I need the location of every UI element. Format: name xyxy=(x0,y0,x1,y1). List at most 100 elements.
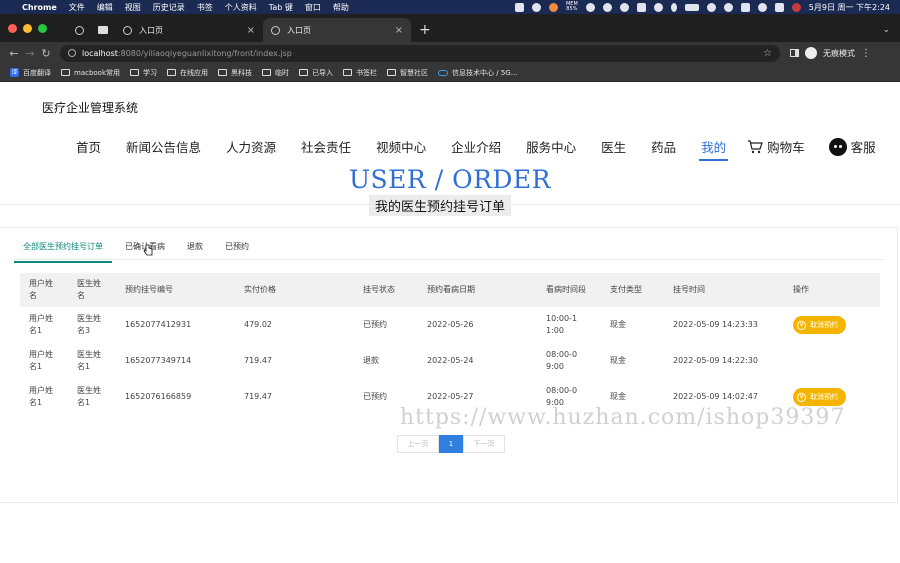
close-tab-icon[interactable]: × xyxy=(247,25,255,36)
menu-extra-icon[interactable] xyxy=(774,2,784,12)
nav-service-center[interactable]: 服务中心 xyxy=(526,137,576,156)
browser-tab-2-active[interactable]: 入口页 × xyxy=(263,18,411,42)
bookmark-folder[interactable]: 在线应用 xyxy=(167,68,208,78)
menu-file[interactable]: 文件 xyxy=(69,2,85,13)
header-slot: 看病时间段 xyxy=(546,285,586,294)
cell-slot: 10:00-11:00 xyxy=(546,314,578,335)
battery-icon[interactable] xyxy=(684,3,699,11)
menu-window[interactable]: 窗口 xyxy=(305,2,321,13)
nav-home[interactable]: 首页 xyxy=(76,137,101,156)
nav-news[interactable]: 新闻公告信息 xyxy=(126,137,201,156)
cancel-booking-button[interactable]: ¥ 取消预约 xyxy=(793,316,846,334)
prev-page-button[interactable]: 上一页 xyxy=(397,435,439,453)
menu-profile[interactable]: 个人资料 xyxy=(225,2,257,13)
nav-hr[interactable]: 人力资源 xyxy=(226,137,276,156)
site-info-icon[interactable] xyxy=(68,49,76,57)
menu-bookmarks[interactable]: 书签 xyxy=(197,2,213,13)
screenshot-icon[interactable] xyxy=(636,2,646,12)
browser-tab-1[interactable]: 入口页 × xyxy=(115,18,263,42)
close-window-icon[interactable] xyxy=(8,23,17,33)
tray-shield-icon[interactable] xyxy=(531,2,541,12)
maximize-window-icon[interactable] xyxy=(38,23,47,33)
menu-edit[interactable]: 编辑 xyxy=(97,2,113,13)
nav-cart[interactable]: 购物车 xyxy=(747,137,805,156)
cell-date: 2022-05-27 xyxy=(427,392,474,401)
nav-mine[interactable]: 我的 xyxy=(699,137,729,161)
cell-user: 用户姓名1 xyxy=(29,314,53,335)
control-center-icon[interactable] xyxy=(740,2,750,12)
header-user: 用户姓名 xyxy=(29,279,53,300)
nav-service[interactable]: 客服 xyxy=(828,137,876,156)
folder-icon xyxy=(299,69,309,76)
tray-orange-icon[interactable] xyxy=(548,2,558,12)
cell-status: 已预约 xyxy=(363,392,387,401)
browser-tab-pinned-1[interactable] xyxy=(67,18,91,42)
table-header: 用户姓名 医生姓名 预约挂号编号 实付价格 挂号状态 预约看病日期 看病时间段 … xyxy=(20,273,880,307)
nav-social[interactable]: 社会责任 xyxy=(301,137,351,156)
back-icon[interactable]: ← xyxy=(6,47,22,60)
nav-video[interactable]: 视频中心 xyxy=(376,137,426,156)
forward-icon[interactable]: → xyxy=(22,47,38,60)
clock-text[interactable]: 5月9日 周一 下午2:24 xyxy=(809,2,890,13)
tab-search-icon[interactable]: ⌄ xyxy=(872,25,900,42)
incognito-label[interactable]: 无痕模式 xyxy=(823,48,855,59)
more-menu-icon[interactable]: ⋮ xyxy=(861,48,871,59)
url-path: :8080/yiliaoqiyeguanlixitong/front/index… xyxy=(117,48,292,58)
side-panel-icon[interactable] xyxy=(790,49,799,57)
wifi-icon[interactable] xyxy=(706,2,716,12)
flag-icon[interactable] xyxy=(791,2,801,12)
menu-view[interactable]: 视图 xyxy=(125,2,141,13)
reload-icon[interactable]: ↻ xyxy=(38,47,54,60)
bookmark-item[interactable]: 译百度翻译 xyxy=(10,68,51,78)
mem-indicator[interactable]: MEM 85% xyxy=(566,2,578,12)
cancel-booking-label: 取消预约 xyxy=(810,321,838,329)
cell-price: 719.47 xyxy=(244,356,272,365)
next-page-button[interactable]: 下一页 xyxy=(463,435,505,453)
bookmark-item[interactable]: 信息技术中心 / 5G... xyxy=(438,68,517,78)
new-tab-button[interactable]: + xyxy=(411,22,439,42)
app-switch-icon[interactable] xyxy=(653,2,663,12)
bookmark-label: 百度翻译 xyxy=(23,68,51,77)
cell-pay: 现金 xyxy=(610,356,626,365)
header-code: 预约挂号编号 xyxy=(125,285,173,294)
bluetooth-icon[interactable] xyxy=(670,2,677,12)
user-icon[interactable] xyxy=(723,2,733,12)
bookmark-folder[interactable]: 智慧社区 xyxy=(387,68,428,78)
bookmark-folder[interactable]: macbook常用 xyxy=(61,68,120,78)
bookmark-folder[interactable]: 黑科技 xyxy=(218,68,252,78)
menu-help[interactable]: 帮助 xyxy=(333,2,349,13)
menu-app[interactable]: Chrome xyxy=(22,3,57,12)
browser-tab-pinned-2[interactable] xyxy=(91,18,115,42)
menu-tab[interactable]: Tab 键 xyxy=(269,2,293,13)
cell-status: 退款 xyxy=(363,356,379,365)
menu-history[interactable]: 历史记录 xyxy=(153,2,185,13)
cancel-booking-button[interactable]: ¥ 取消预约 xyxy=(793,388,846,406)
cell-price: 719.47 xyxy=(244,392,272,401)
cell-code: 1652077412931 xyxy=(125,320,192,329)
search-icon[interactable] xyxy=(757,2,767,12)
header-price: 实付价格 xyxy=(244,285,276,294)
cell-time: 2022-05-09 14:22:30 xyxy=(673,356,758,365)
tray-app-icon[interactable] xyxy=(514,2,524,12)
hand-cursor-icon xyxy=(143,244,153,256)
bell-icon[interactable] xyxy=(585,2,595,12)
address-bar-row: ← → ↻ localhost:8080/yiliaoqiyeguanlixit… xyxy=(0,42,900,64)
close-tab-icon[interactable]: × xyxy=(395,25,403,36)
bookmark-folder[interactable]: 临时 xyxy=(262,68,289,78)
bookmark-folder[interactable]: 书签栏 xyxy=(343,68,377,78)
minimize-window-icon[interactable] xyxy=(23,23,32,33)
clock-icon[interactable] xyxy=(619,2,629,12)
url-input[interactable]: localhost:8080/yiliaoqiyeguanlixitong/fr… xyxy=(60,44,780,62)
nav-medicine[interactable]: 药品 xyxy=(651,137,676,156)
page-1-button[interactable]: 1 xyxy=(439,435,463,453)
bookmark-folder[interactable]: 学习 xyxy=(130,68,157,78)
nav-company[interactable]: 企业介绍 xyxy=(451,137,501,156)
bookmark-label: 学习 xyxy=(143,68,158,77)
nav-doctor[interactable]: 医生 xyxy=(601,137,626,156)
bookmark-folder[interactable]: 已导入 xyxy=(299,68,333,78)
at-icon[interactable] xyxy=(602,2,612,12)
cell-doctor: 医生姓名1 xyxy=(77,386,101,407)
header-action: 操作 xyxy=(793,285,809,294)
bookmark-label: 智慧社区 xyxy=(400,68,429,77)
bookmark-star-icon[interactable]: ☆ xyxy=(763,48,772,59)
